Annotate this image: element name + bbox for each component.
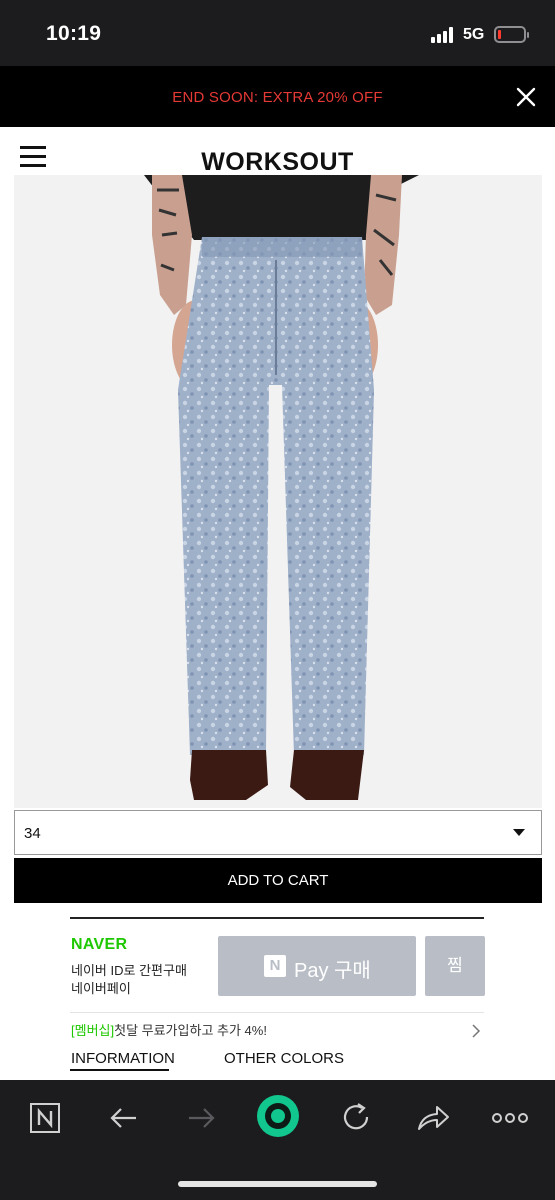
add-to-cart-button[interactable]: ADD TO CART — [14, 858, 542, 903]
status-bar: 10:19 5G — [0, 0, 555, 66]
status-time: 10:19 — [46, 22, 102, 45]
reload-icon[interactable] — [336, 1098, 376, 1138]
close-icon[interactable] — [515, 86, 537, 108]
membership-tag: [멤버십] — [71, 1023, 115, 1038]
product-image[interactable] — [14, 175, 542, 808]
more-icon[interactable] — [490, 1098, 530, 1138]
cellular-signal-icon — [431, 27, 457, 43]
size-selected-value: 34 — [24, 825, 41, 842]
network-type: 5G — [463, 26, 485, 43]
naver-pay-buy-button[interactable]: N Pay 구매 — [218, 936, 416, 996]
size-select[interactable]: 34 — [14, 810, 542, 855]
tab-information[interactable]: INFORMATION — [71, 1050, 175, 1067]
site-header: WORKSOUT — [0, 127, 555, 177]
forward-arrow-icon[interactable] — [181, 1098, 221, 1138]
battery-icon — [494, 26, 529, 43]
npay-description-sub: 네이버페이 — [71, 981, 131, 996]
chevron-right-icon[interactable] — [471, 1024, 481, 1038]
naver-home-icon[interactable] — [25, 1098, 65, 1138]
membership-promo-link[interactable]: [멤버십]첫달 무료가입하고 추가 4%! — [71, 1020, 267, 1039]
chevron-down-icon — [513, 829, 525, 836]
npay-button-label: Pay 구매 — [294, 960, 371, 982]
wishlist-button[interactable]: 찜 — [425, 936, 485, 996]
naver-logo: NAVER — [71, 936, 128, 953]
home-indicator[interactable] — [178, 1181, 377, 1187]
jeans-photo — [144, 175, 419, 800]
promo-text: END SOON: EXTRA 20% OFF — [172, 89, 383, 106]
green-dot-icon[interactable] — [255, 1093, 301, 1139]
site-logo[interactable]: WORKSOUT — [0, 148, 555, 177]
naver-n-icon: N — [264, 955, 286, 977]
divider — [70, 917, 484, 919]
membership-text: 첫달 무료가입하고 추가 4%! — [114, 1023, 267, 1038]
share-icon[interactable] — [413, 1098, 453, 1138]
tab-other-colors[interactable]: OTHER COLORS — [224, 1050, 344, 1067]
active-tab-indicator — [70, 1069, 169, 1071]
promo-banner: END SOON: EXTRA 20% OFF — [0, 66, 555, 127]
npay-description: 네이버 ID로 간편구매 — [71, 963, 187, 978]
back-arrow-icon[interactable] — [104, 1098, 144, 1138]
divider — [70, 1012, 484, 1013]
